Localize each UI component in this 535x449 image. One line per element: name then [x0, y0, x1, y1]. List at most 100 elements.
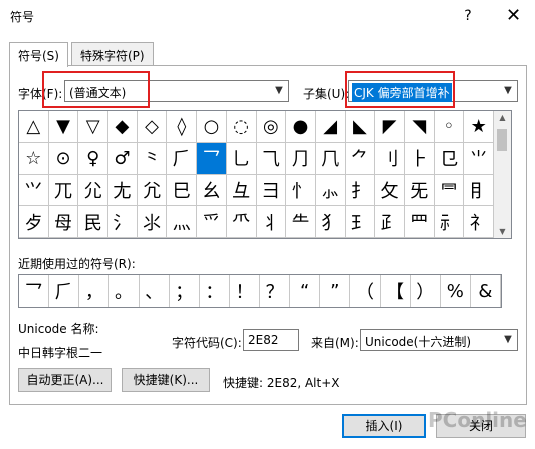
- symbol-cell[interactable]: ▼: [48, 111, 79, 143]
- symbol-cell[interactable]: ⺥: [226, 206, 257, 238]
- symbol-cell[interactable]: ⺨: [315, 206, 346, 238]
- symbol-cell[interactable]: ⺃: [226, 142, 257, 175]
- symbol-grid-scrollbar[interactable]: ▲ ▼: [494, 111, 511, 238]
- symbol-cell[interactable]: ⺜: [434, 174, 465, 207]
- recent-symbol-cell[interactable]: （: [350, 275, 381, 307]
- insert-button[interactable]: 插入(I): [342, 414, 426, 438]
- symbol-cell[interactable]: ⺘: [345, 174, 376, 207]
- scroll-up-icon[interactable]: ▲: [494, 113, 511, 122]
- symbol-cell[interactable]: ⺀: [137, 142, 168, 175]
- symbol-cell[interactable]: ⺕: [256, 174, 287, 207]
- from-select[interactable]: Unicode(十六进制) ▼: [360, 329, 518, 351]
- symbol-cell[interactable]: ⺏: [78, 174, 109, 207]
- tab-symbols[interactable]: 符号(S): [9, 42, 68, 67]
- symbol-cell[interactable]: ⺖: [286, 174, 316, 207]
- symbol-cell[interactable]: ⺝: [464, 174, 494, 207]
- symbol-cell[interactable]: ★: [464, 111, 494, 143]
- scroll-thumb[interactable]: [497, 129, 507, 151]
- symbol-cell[interactable]: ⺦: [256, 206, 287, 238]
- recent-symbol-cell[interactable]: ！: [230, 275, 260, 307]
- symbol-cell[interactable]: △: [19, 111, 49, 143]
- recent-symbol-cell[interactable]: 、: [140, 275, 170, 307]
- recent-symbol-cell[interactable]: ⺁: [49, 275, 80, 307]
- symbol-cell[interactable]: ⺣: [167, 206, 198, 238]
- symbol-cell[interactable]: ♂: [108, 142, 138, 175]
- symbol-cell[interactable]: ⺋: [434, 142, 465, 175]
- symbol-cell[interactable]: ◌: [226, 111, 257, 143]
- symbol-cell[interactable]: ◢: [315, 111, 346, 143]
- symbol-cell[interactable]: ⺠: [78, 206, 109, 238]
- unicode-name-label: Unicode 名称:: [18, 322, 99, 336]
- recent-symbol-cell[interactable]: ：: [200, 275, 230, 307]
- symbol-cell[interactable]: ⺓: [197, 174, 227, 207]
- recent-symbol-cell[interactable]: &: [471, 275, 501, 307]
- symbol-cell[interactable]: ⺞: [19, 206, 49, 238]
- recent-symbol-cell[interactable]: 【: [381, 275, 411, 307]
- symbol-cell[interactable]: ⺛: [404, 174, 435, 207]
- recent-symbol-cell[interactable]: ；: [170, 275, 200, 307]
- subset-select[interactable]: CJK 偏旁部首增补 ▼: [348, 80, 518, 102]
- symbol-cell[interactable]: ◤: [375, 111, 405, 143]
- symbol-cell[interactable]: ⺊: [404, 142, 435, 175]
- symbol-cell[interactable]: ◇: [137, 111, 168, 143]
- recent-symbol-cell[interactable]: %: [441, 275, 471, 307]
- recent-symbol-cell[interactable]: ”: [320, 275, 351, 307]
- recent-symbol-cell[interactable]: ，: [79, 275, 110, 307]
- symbol-cell[interactable]: ⺎: [48, 174, 79, 207]
- symbol-cell[interactable]: ⺄: [256, 142, 287, 175]
- symbol-cell[interactable]: ⺍: [19, 174, 49, 207]
- symbol-cell[interactable]: ⺗: [315, 174, 346, 207]
- char-code-field[interactable]: 2E82: [243, 329, 299, 351]
- tab-special-characters[interactable]: 特殊字符(P): [71, 42, 154, 66]
- symbol-grid-cells: △ ▼ ▽ ◆ ◇ ◊ ○ ◌ ◎ ● ◢ ◣ ◤ ◥ ◦ ★ ☆ ⊙ ♀ ♂ ⺀⺁⺂⺃⺄⺆⺇⺈⺉⺊⺋⺌⺍⺎⺏⺐⺑⺒⺓⺔…: [19, 111, 494, 238]
- symbol-cell[interactable]: ◣: [345, 111, 376, 143]
- symbol-cell[interactable]: ⺬: [434, 206, 465, 238]
- symbol-cell[interactable]: ♀: [78, 142, 109, 175]
- symbol-cell[interactable]: ☆: [19, 142, 49, 175]
- symbol-cell[interactable]: ◦: [434, 111, 465, 143]
- symbol-cell[interactable]: ⺭: [464, 206, 494, 238]
- symbol-cell[interactable]: ⺆: [286, 142, 316, 175]
- symbol-cell[interactable]: ⺡: [108, 206, 138, 238]
- recent-symbol-cell[interactable]: ）: [411, 275, 441, 307]
- symbol-cell[interactable]: ⺇: [315, 142, 346, 175]
- chevron-down-icon: ▼: [504, 334, 512, 345]
- font-select[interactable]: (普通文本) ▼: [64, 80, 289, 102]
- scroll-down-icon[interactable]: ▼: [494, 227, 511, 236]
- symbol-cell[interactable]: ◎: [256, 111, 287, 143]
- symbol-cell[interactable]: ▽: [78, 111, 109, 143]
- symbol-cell[interactable]: ⺧: [286, 206, 316, 238]
- close-button[interactable]: 关闭: [436, 414, 526, 438]
- symbol-cell[interactable]: ⺩: [345, 206, 376, 238]
- symbol-cell[interactable]: ⺂: [197, 142, 227, 175]
- symbol-cell[interactable]: ◥: [404, 111, 435, 143]
- symbol-cell[interactable]: ⺢: [137, 206, 168, 238]
- symbol-cell[interactable]: ⺉: [375, 142, 405, 175]
- recent-symbol-cell[interactable]: “: [290, 275, 321, 307]
- symbol-cell[interactable]: ⺔: [226, 174, 257, 207]
- symbol-cell[interactable]: ○: [197, 111, 227, 143]
- recent-symbol-cell[interactable]: ⺂: [19, 275, 50, 307]
- symbol-cell[interactable]: ⺌: [464, 142, 494, 175]
- symbol-cell[interactable]: ⺒: [167, 174, 198, 207]
- symbol-cell[interactable]: ⺑: [137, 174, 168, 207]
- symbol-cell[interactable]: ●: [286, 111, 316, 143]
- symbol-cell[interactable]: ◊: [167, 111, 198, 143]
- recent-symbols: ⺂⺁，。、；：！？ “” （【）% &: [18, 274, 502, 308]
- help-button[interactable]: ?: [448, 0, 488, 32]
- symbol-cell[interactable]: ⺈: [345, 142, 376, 175]
- symbol-cell[interactable]: ⺟: [48, 206, 79, 238]
- symbol-cell[interactable]: ◆: [108, 111, 138, 143]
- symbol-cell[interactable]: ⺐: [108, 174, 138, 207]
- symbol-cell[interactable]: ⊙: [48, 142, 79, 175]
- symbol-cell[interactable]: ⺫: [404, 206, 435, 238]
- symbol-cell[interactable]: ⺪: [375, 206, 405, 238]
- symbol-cell[interactable]: ⺁: [167, 142, 198, 175]
- shortcut-key-button[interactable]: 快捷键(K)...: [122, 368, 210, 392]
- recent-symbol-cell[interactable]: 。: [109, 275, 140, 307]
- symbol-cell[interactable]: ⺙: [375, 174, 405, 207]
- recent-symbol-cell[interactable]: ？: [260, 275, 291, 307]
- autocorrect-button[interactable]: 自动更正(A)...: [18, 368, 112, 392]
- symbol-cell[interactable]: ⺤: [197, 206, 227, 238]
- close-window-button[interactable]: ✕: [492, 0, 535, 32]
